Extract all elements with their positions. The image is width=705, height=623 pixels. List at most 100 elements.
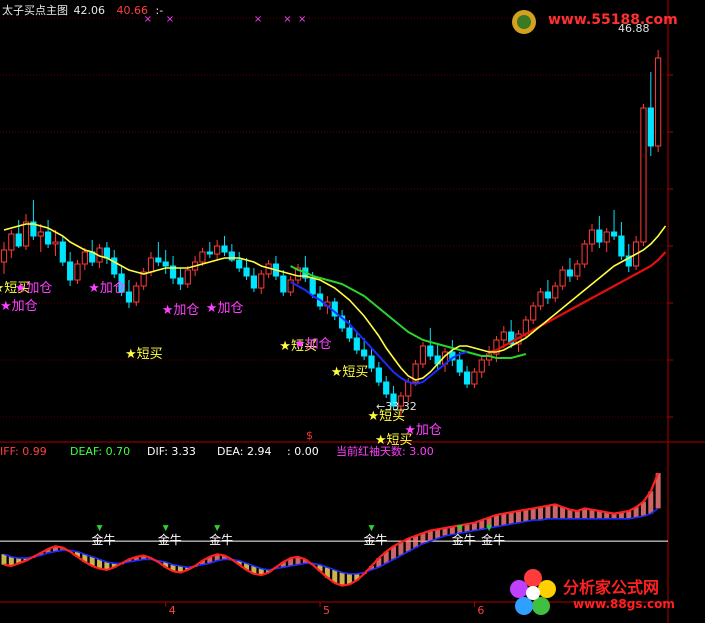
- top-marker: ×: [166, 14, 174, 25]
- candle-body: [610, 231, 618, 237]
- header-value-2: 40.66: [116, 4, 149, 17]
- candle-body: [603, 231, 610, 243]
- candle-body: [103, 247, 111, 259]
- green-arrow-icon: [162, 525, 169, 532]
- indicator-bar: [523, 509, 529, 522]
- stock-chart: ★短买★加仓★加仓★加仓★短买★加仓★加仓★短买★加仓★短买★短买★加仓★短买×…: [0, 0, 705, 623]
- candle-body: [236, 259, 243, 269]
- candle-body: [456, 359, 463, 373]
- candle-body: [618, 235, 625, 257]
- candle-body: [214, 245, 221, 255]
- candle-body: [530, 305, 537, 321]
- candle-body: [463, 371, 471, 385]
- indicator-header-item: DEA: 2.94: [217, 445, 271, 458]
- candle-body: [566, 269, 574, 277]
- candle-body: [588, 229, 596, 245]
- watermark-brand: 分析家公式网: [563, 578, 660, 597]
- indicator-bar: [1, 554, 7, 565]
- candle-body: [37, 231, 44, 237]
- indicator-header-item: 当前红袖天数: 3.00: [336, 444, 434, 458]
- indicator-header-item: : 0.00: [287, 445, 319, 458]
- candle-body: [125, 291, 133, 303]
- candle-body: [500, 331, 507, 341]
- header-sep: :-: [155, 4, 164, 17]
- candle-body: [640, 107, 647, 243]
- indicator-bar: [552, 504, 558, 519]
- candle-body: [427, 345, 434, 357]
- candle-body: [15, 233, 22, 247]
- signal-label: ★短买: [331, 365, 369, 380]
- indicator-header-item: DIF: 3.33: [147, 445, 196, 458]
- candle-body: [280, 275, 287, 293]
- indicator-bar: [574, 510, 580, 519]
- candle-body: [0, 249, 8, 263]
- candle-body: [74, 263, 81, 281]
- candle-body: [81, 251, 88, 265]
- candle-body: [177, 277, 184, 285]
- indicator-header-item: DEAF: 0.70: [70, 445, 130, 458]
- watermark-top-logo-icon: [510, 8, 538, 36]
- gold-bull-label: 金牛: [481, 532, 505, 547]
- candle-body: [287, 279, 294, 293]
- indicator-bar: [493, 514, 499, 527]
- main-title: 太子买点主图: [2, 4, 68, 17]
- candle-body: [45, 231, 52, 245]
- candle-body: [383, 381, 390, 395]
- indicator-bar: [530, 508, 536, 521]
- signal-label: ★加仓: [0, 299, 38, 314]
- candle-body: [258, 273, 265, 289]
- candle-body: [647, 107, 654, 147]
- candle-body: [655, 57, 662, 147]
- gold-bull-label: 金牛: [92, 532, 116, 547]
- candle-body: [368, 355, 375, 369]
- candle-body: [250, 275, 258, 289]
- indicator-bar: [508, 512, 514, 525]
- watermark-top-url: www.55188.com: [548, 12, 678, 28]
- candle-body: [559, 269, 566, 287]
- candle-body: [22, 221, 30, 247]
- indicator-header-item: IFF: 0.99: [0, 445, 47, 458]
- indicator-bar: [501, 513, 507, 526]
- header-value-1: 42.06: [73, 4, 106, 17]
- green-arrow-icon: [214, 525, 221, 532]
- candle-body: [243, 267, 250, 277]
- top-marker: ×: [254, 14, 262, 25]
- gold-bull-label: 金牛: [209, 532, 233, 547]
- candle-body: [478, 359, 485, 373]
- top-marker: ×: [283, 14, 291, 25]
- candle-body: [184, 269, 191, 285]
- watermark-url: www.88gs.com: [573, 597, 675, 611]
- candle-body: [147, 257, 155, 273]
- candle-body: [52, 241, 59, 245]
- indicator-bar: [516, 510, 521, 523]
- gold-bull-label: 金牛: [364, 532, 388, 547]
- dollar-marker: $: [306, 429, 313, 442]
- candle-body: [419, 345, 427, 365]
- candle-body: [133, 285, 140, 303]
- candle-body: [199, 251, 206, 263]
- low-price-label: ←33.32: [376, 400, 417, 413]
- x-axis-tick-label: 5: [323, 604, 330, 617]
- candle-body: [552, 285, 559, 299]
- candles-group: [0, 50, 662, 416]
- candle-body: [405, 381, 412, 397]
- top-marker: ×: [298, 14, 306, 25]
- chart-window: ★短买★加仓★加仓★加仓★短买★加仓★加仓★短买★加仓★短买★短买★加仓★短买×…: [0, 0, 705, 623]
- indicator-bar: [538, 507, 544, 521]
- signal-label: ★加仓: [162, 303, 200, 318]
- signal-label: ★加仓: [88, 281, 126, 296]
- candle-body: [353, 337, 360, 351]
- indicator-bar: [545, 505, 551, 519]
- candle-body: [59, 241, 66, 263]
- candle-body: [471, 371, 478, 385]
- signal-label: ★加仓: [206, 301, 244, 316]
- candle-body: [162, 261, 169, 267]
- candle-body: [574, 263, 581, 277]
- green-arrow-icon: [96, 525, 103, 532]
- candle-body: [221, 245, 228, 253]
- candle-body: [155, 257, 162, 263]
- x-axis-tick-label: 6: [477, 604, 484, 617]
- candle-body: [544, 291, 551, 299]
- indicator-bar: [339, 572, 345, 586]
- gold-bull-label: 金牛: [158, 532, 182, 547]
